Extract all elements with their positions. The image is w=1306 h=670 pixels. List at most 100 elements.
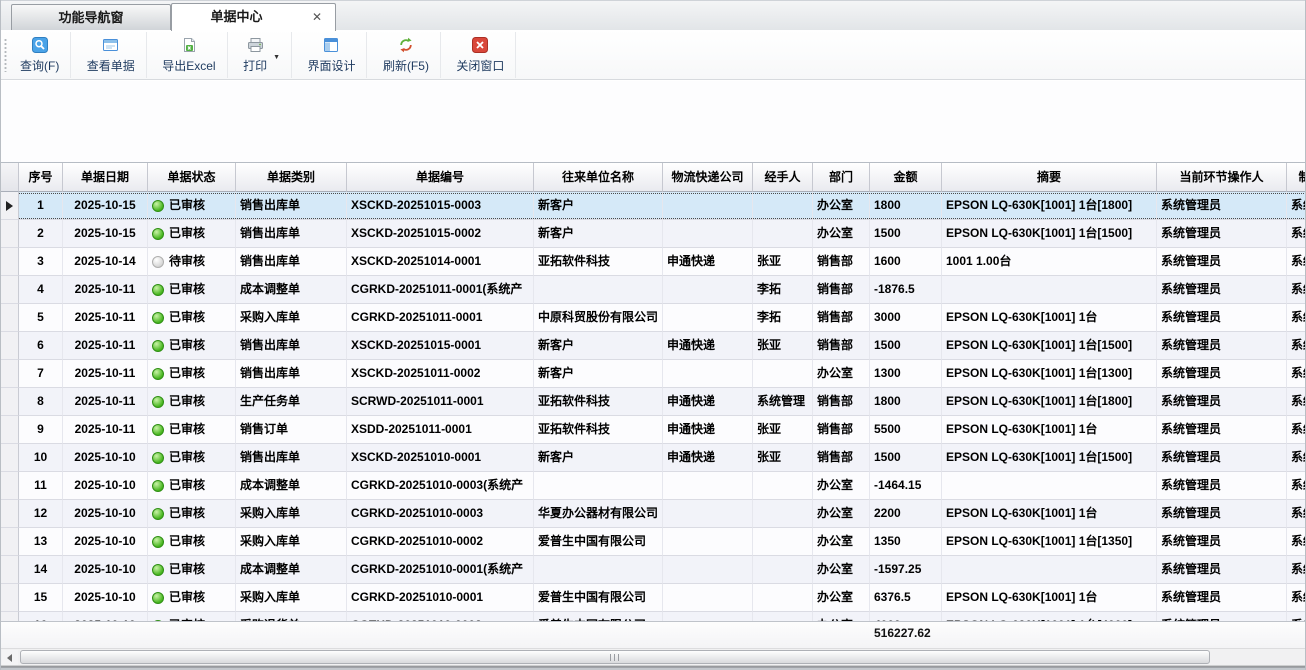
column-header[interactable]: 单据编号: [347, 163, 534, 192]
refresh-button[interactable]: 刷新(F5): [372, 32, 441, 78]
table-cell: 2025-10-10: [63, 584, 148, 612]
table-cell: 11: [19, 472, 63, 500]
horizontal-scrollbar[interactable]: [1, 648, 1306, 665]
tab-function-nav[interactable]: 功能导航窗: [11, 4, 171, 31]
table-cell: 生产任务单: [236, 388, 347, 416]
tab-close-icon[interactable]: ✕: [309, 9, 325, 25]
table-cell: 2025-10-10: [63, 556, 148, 584]
table-cell: 2025-10-10: [63, 472, 148, 500]
table-cell: 1: [19, 192, 63, 220]
column-header[interactable]: 金额: [870, 163, 942, 192]
table-cell: 爱普生中国有限公司: [534, 584, 663, 612]
table-row[interactable]: 152025-10-10已审核采购入库单CGRKD-20251010-0001爱…: [1, 584, 1306, 612]
table-cell: [534, 556, 663, 584]
table-cell: 2025-10-11: [63, 304, 148, 332]
table-cell: 1300: [870, 360, 942, 388]
table-row[interactable]: 32025-10-14待审核销售出库单XSCKD-20251014-0001亚拓…: [1, 248, 1306, 276]
table-row[interactable]: 132025-10-10已审核采购入库单CGRKD-20251010-0002爱…: [1, 528, 1306, 556]
row-indicator: [1, 332, 19, 360]
table-cell: 系统管理员: [1287, 472, 1306, 500]
column-header[interactable]: 摘要: [942, 163, 1157, 192]
column-header[interactable]: 当前环节操作人: [1157, 163, 1287, 192]
table-cell: 系统管理员: [1287, 416, 1306, 444]
table-cell: 亚拓软件科技: [534, 248, 663, 276]
table-row[interactable]: 12025-10-15已审核销售出库单XSCKD-20251015-0003新客…: [1, 192, 1306, 220]
table-cell: CGRKD-20251011-0001: [347, 304, 534, 332]
status-approved-icon: [152, 480, 164, 492]
scrollbar-thumb[interactable]: [20, 650, 1210, 664]
table-cell: 中原科贸股份有限公司: [534, 304, 663, 332]
column-header[interactable]: 往来单位名称: [534, 163, 663, 192]
table-cell: 15: [19, 584, 63, 612]
column-header[interactable]: 经手人: [753, 163, 813, 192]
table-cell: [663, 192, 753, 220]
table-cell: 已审核: [148, 584, 236, 612]
table-cell: 8: [19, 388, 63, 416]
ui-design-button[interactable]: 界面设计: [296, 32, 367, 78]
table-cell: 2025-10-15: [63, 220, 148, 248]
table-row[interactable]: 162025-10-10已审核采购退货单CGTHD-20251010-0002爱…: [1, 612, 1306, 621]
scroll-left-button[interactable]: [2, 650, 18, 665]
table-cell: CGRKD-20251010-0003(系统产: [347, 472, 534, 500]
row-indicator: [1, 556, 19, 584]
table-cell: 销售部: [813, 332, 870, 360]
table-row[interactable]: 52025-10-11已审核采购入库单CGRKD-20251011-0001中原…: [1, 304, 1306, 332]
table-cell: EPSON LQ-630K[1001] 1台[1500]: [942, 220, 1157, 248]
printer-icon: [247, 36, 264, 54]
table-cell: [942, 276, 1157, 304]
table-cell: 已审核: [148, 416, 236, 444]
view-document-button[interactable]: 查看单据: [76, 32, 147, 78]
table-row[interactable]: 42025-10-11已审核成本调整单CGRKD-20251011-0001(系…: [1, 276, 1306, 304]
table-cell: 4000: [870, 612, 942, 621]
status-approved-icon: [152, 508, 164, 520]
column-header[interactable]: 单据状态: [148, 163, 236, 192]
table-cell: 1001 1.00台: [942, 248, 1157, 276]
table-cell: XSCKD-20251014-0001: [347, 248, 534, 276]
table-cell: XSCKD-20251011-0002: [347, 360, 534, 388]
document-grid: 序号单据日期单据状态单据类别单据编号往来单位名称物流快递公司经手人部门金额摘要当…: [1, 162, 1306, 621]
table-row[interactable]: 82025-10-11已审核生产任务单SCRWD-20251011-0001亚拓…: [1, 388, 1306, 416]
table-cell: CGTHD-20251010-0002: [347, 612, 534, 621]
table-row[interactable]: 102025-10-10已审核销售出库单XSCKD-20251010-0001新…: [1, 444, 1306, 472]
table-cell: [663, 528, 753, 556]
status-approved-icon: [152, 284, 164, 296]
table-row[interactable]: 112025-10-10已审核成本调整单CGRKD-20251010-0003(…: [1, 472, 1306, 500]
table-cell: 已审核: [148, 528, 236, 556]
close-window-button[interactable]: 关闭窗口: [445, 32, 516, 78]
table-cell: 销售部: [813, 388, 870, 416]
column-header[interactable]: 序号: [19, 163, 63, 192]
table-cell: 销售部: [813, 416, 870, 444]
table-row[interactable]: 122025-10-10已审核采购入库单CGRKD-20251010-0003华…: [1, 500, 1306, 528]
table-cell: 1500: [870, 220, 942, 248]
table-cell: EPSON LQ-630K[1001] 1台: [942, 500, 1157, 528]
query-button[interactable]: 查询(F): [9, 32, 71, 78]
row-indicator: [1, 360, 19, 388]
table-cell: 系统管理员: [1287, 500, 1306, 528]
table-row[interactable]: 72025-10-11已审核销售出库单XSCKD-20251011-0002新客…: [1, 360, 1306, 388]
button-label: 界面设计: [307, 57, 355, 74]
table-cell: [753, 220, 813, 248]
column-header[interactable]: 部门: [813, 163, 870, 192]
column-header[interactable]: 物流快递公司: [663, 163, 753, 192]
export-excel-button[interactable]: 导出Excel: [151, 32, 227, 78]
table-cell: 系统管理员: [1287, 612, 1306, 621]
table-cell: 7: [19, 360, 63, 388]
toolbar-grip[interactable]: [4, 38, 7, 72]
status-approved-icon: [152, 592, 164, 604]
table-row[interactable]: 142025-10-10已审核成本调整单CGRKD-20251010-0001(…: [1, 556, 1306, 584]
table-cell: 已审核: [148, 332, 236, 360]
row-indicator: [1, 584, 19, 612]
table-row[interactable]: 62025-10-11已审核销售出库单XSCKD-20251015-0001新客…: [1, 332, 1306, 360]
print-dropdown-icon[interactable]: ▼: [273, 54, 280, 61]
table-cell: SCRWD-20251011-0001: [347, 388, 534, 416]
column-header[interactable]: 制单人: [1287, 163, 1306, 192]
tab-label: 功能导航窗: [58, 10, 123, 25]
column-header[interactable]: 单据类别: [236, 163, 347, 192]
table-row[interactable]: 92025-10-11已审核销售订单XSDD-20251011-0001亚拓软件…: [1, 416, 1306, 444]
column-header[interactable]: 单据日期: [63, 163, 148, 192]
table-cell: 销售出库单: [236, 248, 347, 276]
table-cell: 系统管理员: [1287, 304, 1306, 332]
tab-document-center[interactable]: 单据中心 ✕: [171, 3, 336, 31]
table-row[interactable]: 22025-10-15已审核销售出库单XSCKD-20251015-0002新客…: [1, 220, 1306, 248]
print-button[interactable]: 打印 ▼: [232, 32, 292, 78]
